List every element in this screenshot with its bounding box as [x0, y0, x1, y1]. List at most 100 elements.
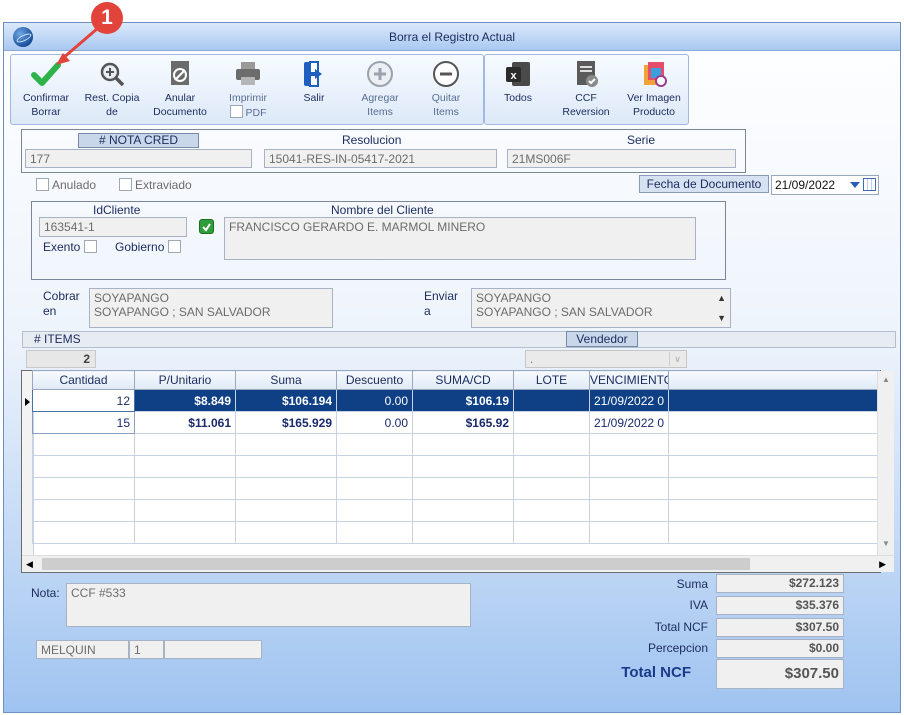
excel-icon: x [502, 59, 534, 89]
col-header-punitario[interactable]: P/Unitario [134, 370, 236, 390]
cell-filler [668, 389, 881, 412]
table-row-empty[interactable] [32, 521, 881, 544]
cell-vencimiento[interactable]: 21/09/2022 0 [588, 389, 670, 412]
col-header-cantidad[interactable]: Cantidad [32, 370, 135, 390]
cell-descuento[interactable]: 0.00 [336, 389, 413, 412]
table-row-empty[interactable] [32, 455, 881, 478]
exento-checkbox-box[interactable] [83, 240, 97, 253]
percepcion-value: $0.00 [716, 639, 844, 658]
exit-button[interactable]: Salir [283, 59, 345, 105]
table-row[interactable]: 15 $11.061 $165.929 0.00 $165.92 21/09/2… [32, 411, 881, 434]
pdf-checkbox[interactable]: PDF [229, 105, 267, 119]
cell-cantidad[interactable]: 15 [32, 411, 135, 434]
cell-lote[interactable] [513, 389, 590, 412]
col-header-descuento[interactable]: Descuento [336, 370, 413, 390]
resolucion-field[interactable]: 15041-RES-IN-05417-2021 [264, 149, 497, 168]
app-window: Borra el Registro Actual Confirmar Borrar… [3, 22, 901, 713]
add-items-button[interactable]: Agregar Items [349, 59, 411, 119]
remove-items-button[interactable]: Quitar Items [415, 59, 477, 119]
export-all-button[interactable]: x Todos [487, 59, 549, 105]
void-document-button[interactable]: Anular Documento [149, 59, 211, 119]
fecha-date-picker[interactable]: 21/09/2022 [771, 175, 879, 195]
cell-punitario[interactable]: $8.849 [134, 389, 236, 412]
enviar-label: Enviar a [424, 289, 459, 318]
table-row-empty[interactable] [32, 433, 881, 456]
current-row-arrow-icon [25, 398, 30, 406]
id-cliente-field[interactable]: 163541-1 [39, 217, 187, 237]
cell-suma[interactable]: $106.194 [235, 389, 337, 412]
exento-checkbox[interactable]: Exento [43, 240, 100, 254]
user-number-field: 1 [129, 640, 164, 659]
scroll-down-icon[interactable]: ▼ [717, 311, 726, 325]
scroll-left-arrow-icon[interactable]: ◀ [26, 559, 33, 570]
table-row-empty[interactable] [32, 477, 881, 500]
minus-circle-icon [430, 59, 462, 89]
plus-circle-icon [364, 59, 396, 89]
cell-suma[interactable]: $165.929 [235, 411, 337, 434]
gobierno-checkbox[interactable]: Gobierno [115, 240, 184, 254]
vendedor-select[interactable]: . ∨ [525, 350, 687, 368]
scrollbar-thumb[interactable] [42, 558, 750, 570]
items-count-label: # ITEMS [34, 332, 81, 346]
client-name-field[interactable]: FRANCISCO GERARDO E. MARMOL MINERO [224, 217, 696, 260]
grand-total-value: $307.50 [716, 659, 844, 689]
print-button[interactable]: Imprimir PDF [217, 59, 279, 120]
total-ncf-label: Total NCF [654, 620, 708, 634]
cell-descuento[interactable]: 0.00 [336, 411, 413, 434]
col-header-suma[interactable]: Suma [235, 370, 337, 390]
suma-value: $272.123 [716, 574, 844, 593]
window-title: Borra el Registro Actual [388, 30, 516, 44]
user-extra-field [164, 640, 262, 659]
col-header-lote[interactable]: LOTE [513, 370, 590, 390]
nota-cred-field[interactable]: 177 [25, 149, 252, 168]
ccf-reversion-button[interactable]: CCF Reversion [555, 59, 617, 119]
scroll-right-arrow-icon[interactable]: ▶ [879, 559, 886, 570]
view-product-image-button[interactable]: Ver Imagen Producto [623, 59, 685, 119]
title-bar: Borra el Registro Actual [4, 23, 900, 51]
app-globe-icon [13, 27, 33, 47]
serie-label: Serie [627, 133, 656, 147]
client-verified-icon[interactable] [199, 219, 214, 234]
cell-filler [668, 411, 881, 434]
chevron-down-icon[interactable]: ∨ [669, 352, 685, 366]
table-row[interactable]: 12 $8.849 $106.194 0.00 $106.19 21/09/20… [32, 389, 881, 412]
cobrar-address-field[interactable]: SOYAPANGO SOYAPANGO ; SAN SALVADOR [89, 288, 333, 328]
grand-total-label: Total NCF [621, 664, 691, 681]
cell-suma-cd[interactable]: $106.19 [412, 389, 514, 412]
scroll-up-arrow-icon[interactable]: ▲ [882, 375, 890, 384]
product-image-icon [638, 59, 670, 89]
col-header-vencimiento[interactable]: VENCIMIENTO [588, 370, 670, 390]
items-table: Cantidad P/Unitario Suma Descuento SUMA/… [32, 370, 881, 544]
gobierno-checkbox-box[interactable] [167, 240, 181, 253]
scroll-down-arrow-icon[interactable]: ▼ [882, 539, 890, 548]
scroll-up-icon[interactable]: ▲ [717, 291, 726, 305]
col-header-suma-cd[interactable]: SUMA/CD [412, 370, 514, 390]
anulado-checkbox-box[interactable] [36, 178, 49, 191]
cell-lote[interactable] [513, 411, 590, 434]
serie-field[interactable]: 21MS006F [507, 149, 736, 168]
pdf-checkbox-box[interactable] [229, 105, 243, 118]
void-document-icon [164, 59, 196, 89]
calendar-icon[interactable] [863, 178, 876, 191]
user-field: MELQUIN [36, 640, 129, 659]
suma-label: Suma [676, 577, 708, 591]
extraviado-checkbox-box[interactable] [119, 178, 132, 191]
callout-arrow [56, 26, 99, 65]
nota-cred-label: # NOTA CRED [78, 133, 199, 148]
printer-icon [232, 59, 264, 89]
nota-field[interactable]: CCF #533 [66, 583, 471, 627]
cell-vencimiento[interactable]: 21/09/2022 0 [588, 411, 670, 434]
cell-punitario[interactable]: $11.061 [134, 411, 236, 434]
cobrar-label: Cobrar en [43, 289, 80, 318]
horizontal-scrollbar[interactable]: ◀ ▶ [22, 555, 894, 572]
table-row-empty[interactable] [32, 499, 881, 522]
anulado-checkbox[interactable]: Anulado [36, 178, 96, 192]
dropdown-arrow-icon[interactable] [850, 182, 860, 188]
svg-text:x: x [510, 70, 517, 82]
cell-cantidad[interactable]: 12 [32, 389, 135, 412]
items-header-bar [22, 331, 896, 348]
extraviado-checkbox[interactable]: Extraviado [119, 178, 192, 192]
enviar-address-field[interactable]: SOYAPANGO SOYAPANGO ; SAN SALVADOR ▲ ▼ [471, 288, 731, 328]
cell-suma-cd[interactable]: $165.92 [412, 411, 514, 434]
vertical-scrollbar[interactable]: ▲ ▼ [877, 371, 894, 555]
